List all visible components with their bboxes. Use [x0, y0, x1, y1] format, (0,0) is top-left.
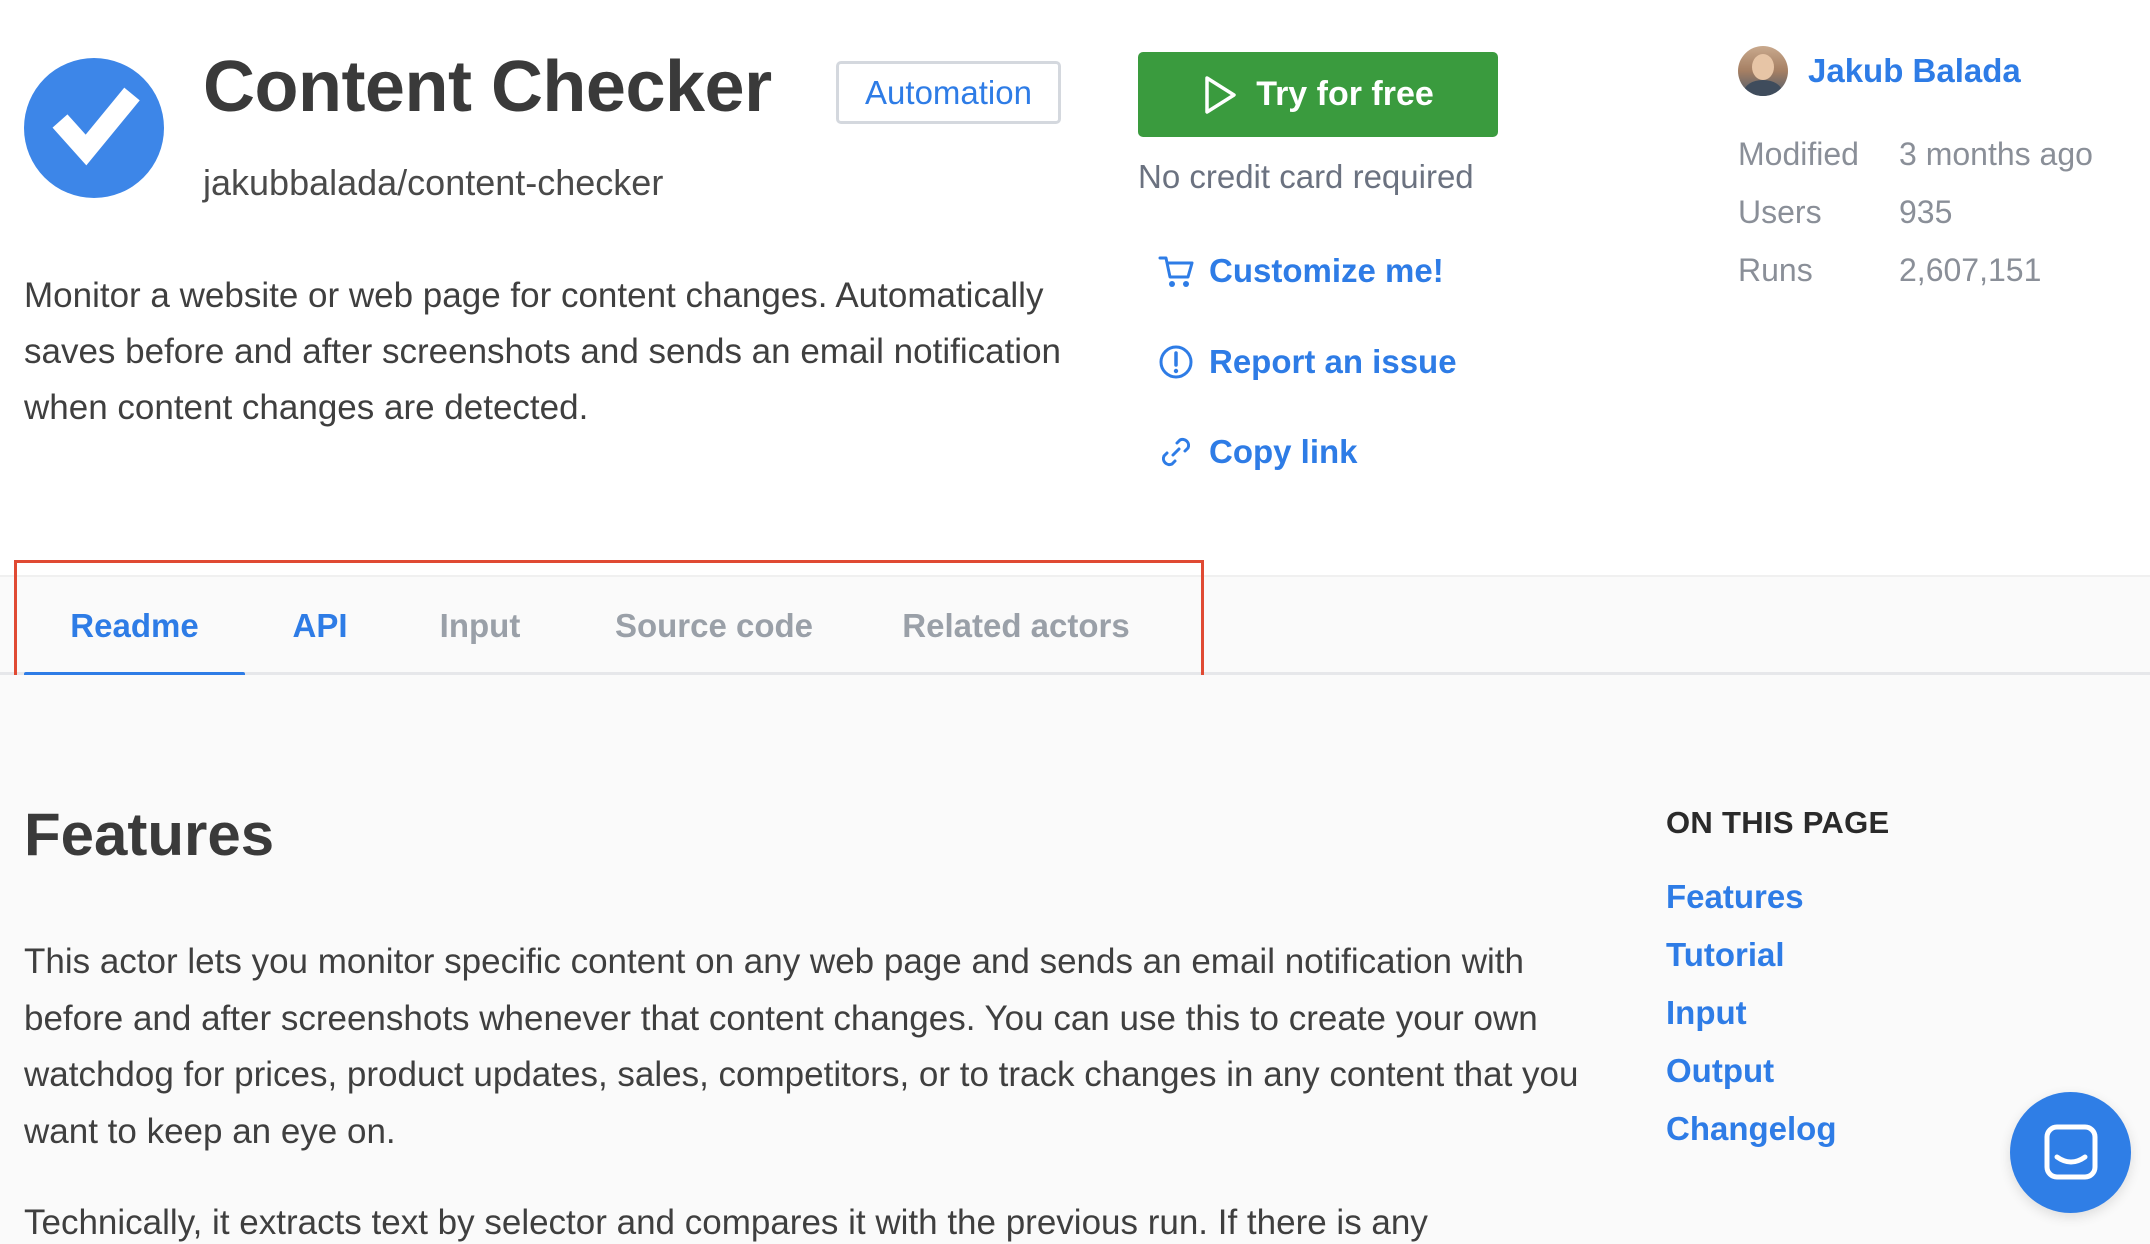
toc-title: ON THIS PAGE — [1666, 805, 1890, 840]
try-for-free-label: Try for free — [1256, 75, 1434, 113]
tab-source-code[interactable]: Source code — [600, 577, 828, 674]
report-issue-label: Report an issue — [1209, 343, 1457, 380]
link-icon — [1161, 437, 1191, 467]
features-heading: Features — [24, 801, 275, 868]
page: Content Checker Automation jakubbalada/c… — [0, 0, 2150, 1244]
stat-value-runs: 2,607,151 — [1899, 252, 2042, 288]
author-link[interactable]: Jakub Balada — [1738, 46, 2021, 96]
toc-link-changelog[interactable]: Changelog — [1666, 1110, 1837, 1148]
report-issue-link[interactable]: Report an issue — [1157, 337, 1457, 387]
toc-link-input[interactable]: Input — [1666, 994, 1747, 1032]
toc-link-tutorial[interactable]: Tutorial — [1666, 936, 1785, 974]
tab-input[interactable]: Input — [420, 577, 540, 674]
copy-link-link[interactable]: Copy link — [1157, 427, 1358, 477]
toc-link-output[interactable]: Output — [1666, 1052, 1774, 1090]
tab-readme[interactable]: Readme — [24, 577, 245, 677]
avatar — [1738, 46, 1788, 96]
copy-link-label: Copy link — [1209, 433, 1358, 470]
exclamation-circle-icon — [1159, 345, 1193, 379]
play-icon — [1205, 75, 1236, 114]
stat-label-modified: Modified — [1738, 136, 1859, 172]
actor-header: Content Checker Automation jakubbalada/c… — [0, 0, 2150, 575]
customize-me-label: Customize me! — [1209, 252, 1444, 289]
cart-icon — [1158, 256, 1194, 287]
try-for-free-button[interactable]: Try for free — [1138, 52, 1498, 137]
stat-value-modified: 3 months ago — [1899, 136, 2093, 172]
tab-related-actors[interactable]: Related actors — [890, 577, 1142, 674]
actor-description: Monitor a website or web page for conten… — [24, 276, 1062, 427]
technical-paragraph: Technically, it extracts text by selecto… — [24, 1203, 1428, 1242]
features-paragraph: This actor lets you monitor specific con… — [24, 942, 1579, 1151]
stat-label-users: Users — [1738, 194, 1822, 230]
stat-label-runs: Runs — [1738, 252, 1813, 288]
actor-title: Content Checker — [203, 47, 772, 127]
tab-api[interactable]: API — [270, 577, 370, 674]
no-credit-card-note: No credit card required — [1138, 158, 1474, 195]
customize-me-link[interactable]: Customize me! — [1157, 246, 1444, 296]
toc-link-features[interactable]: Features — [1666, 878, 1804, 916]
author-name: Jakub Balada — [1808, 52, 2021, 89]
chat-launcher-button[interactable] — [2010, 1092, 2131, 1213]
chat-icon — [2044, 1124, 2097, 1179]
tab-bar: Readme API Input Source code Related act… — [0, 575, 2150, 677]
checkmark-logo-icon — [24, 58, 164, 198]
actor-slug: jakubbalada/content-checker — [203, 162, 664, 203]
category-badge[interactable]: Automation — [836, 61, 1061, 124]
stat-value-users: 935 — [1899, 194, 1953, 230]
